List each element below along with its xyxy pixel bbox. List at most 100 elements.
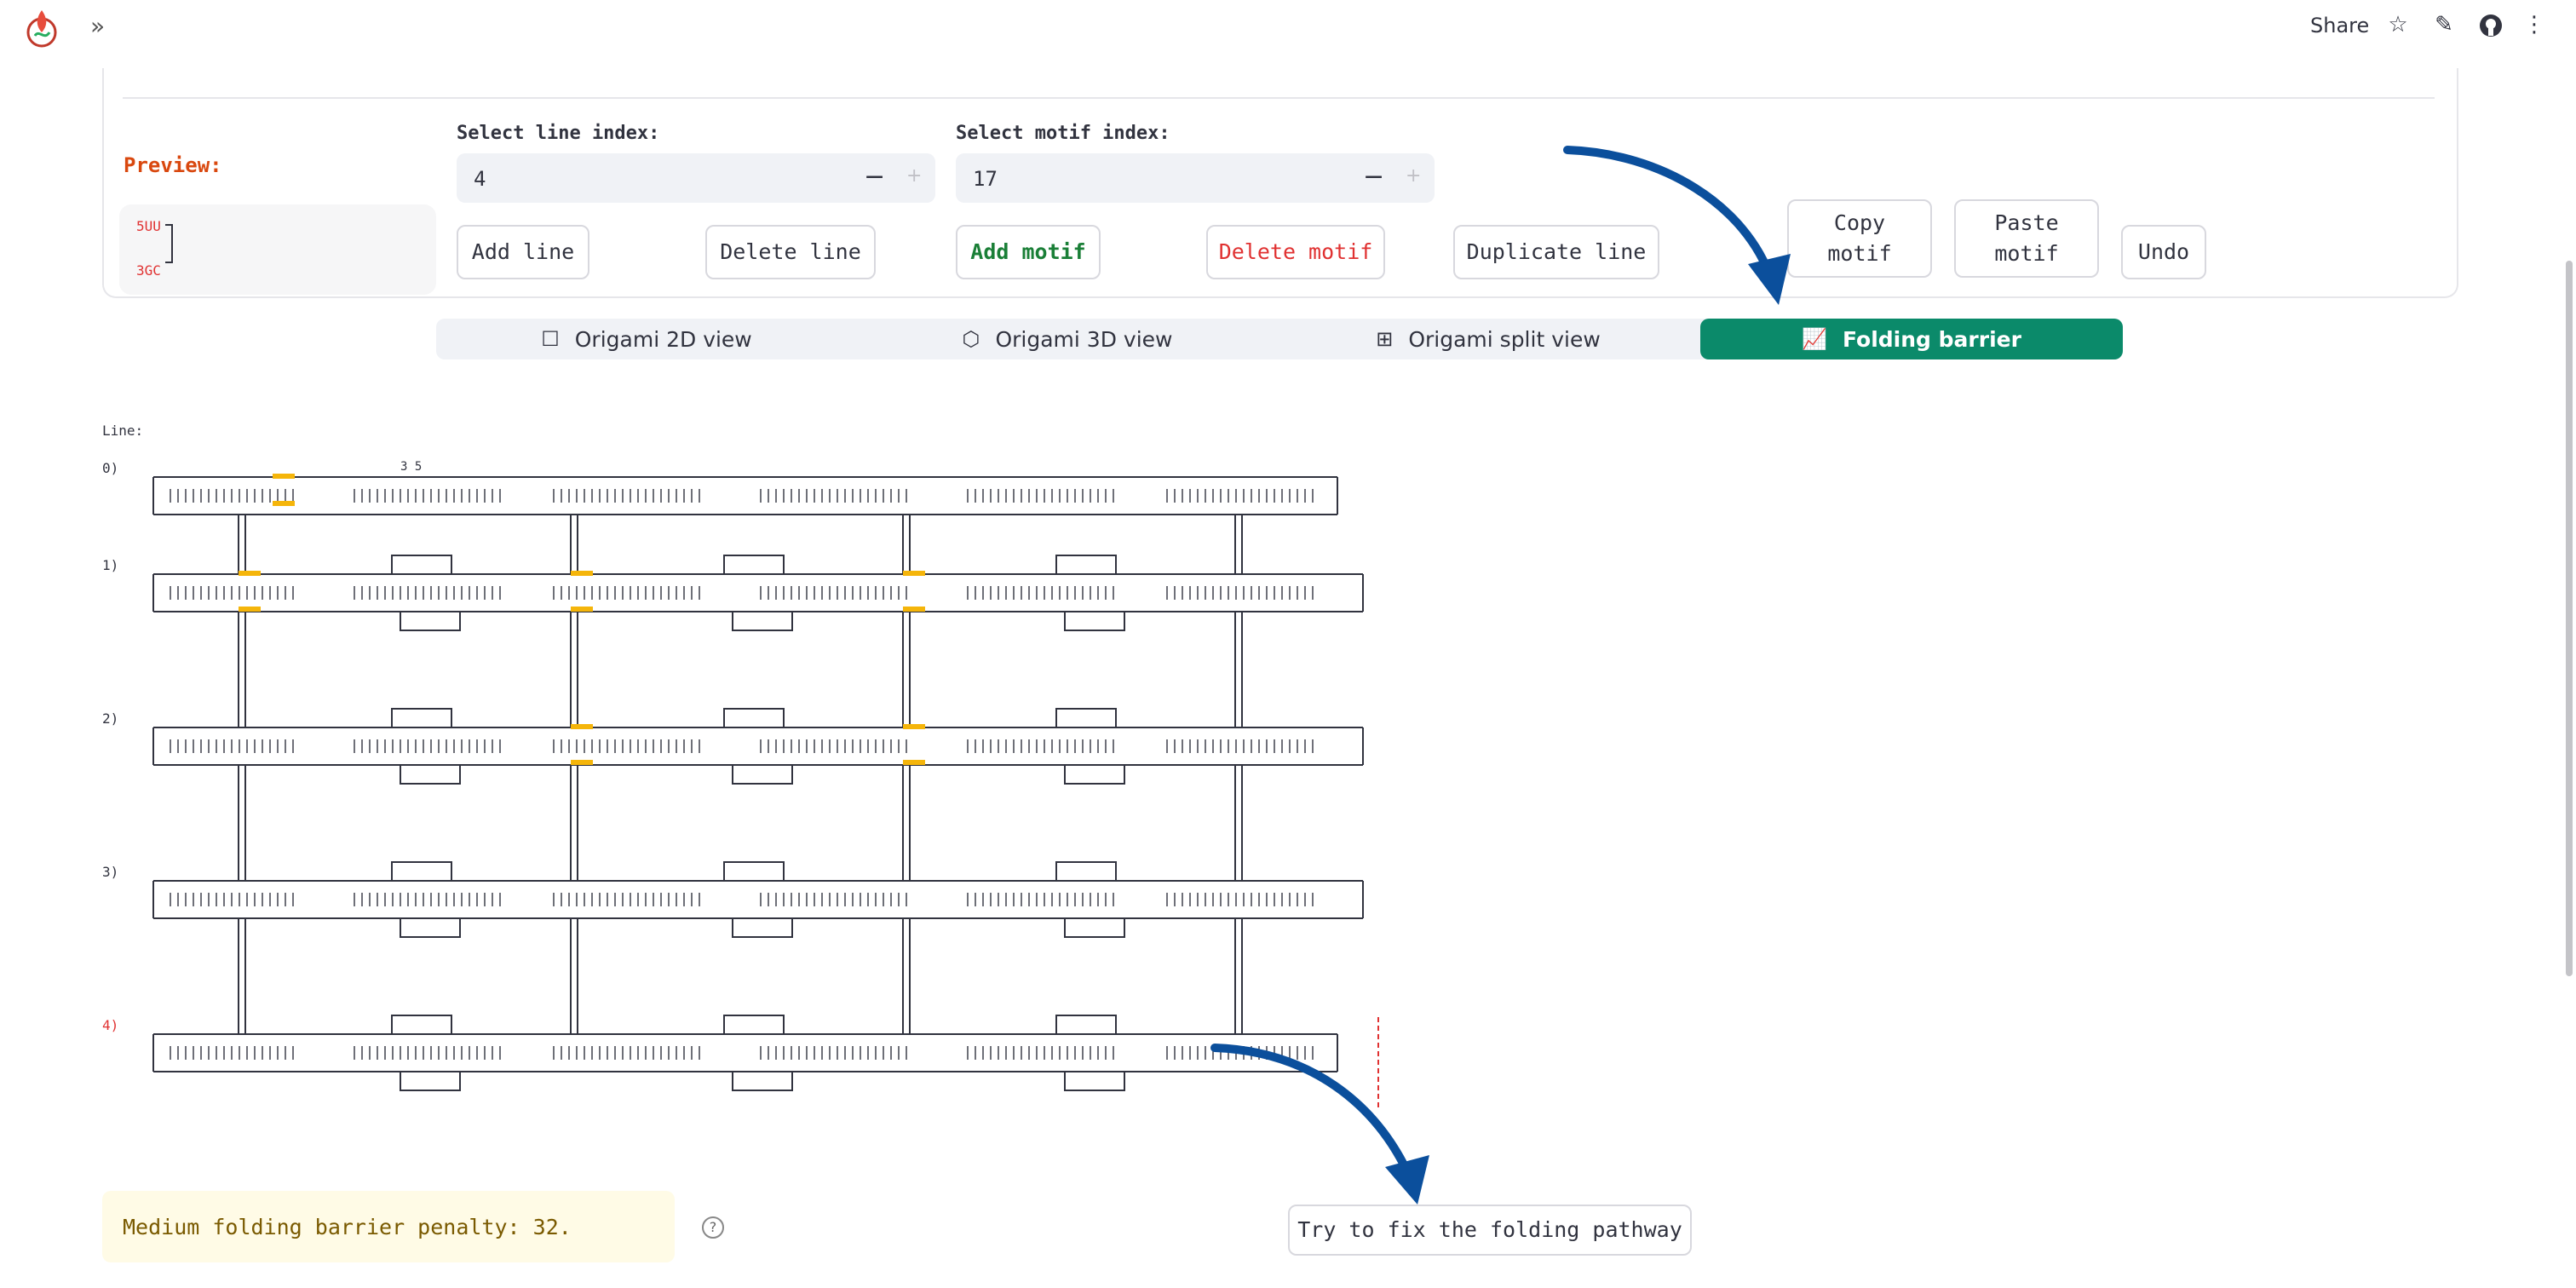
line-index-decrement[interactable]: −: [864, 162, 885, 192]
line-label-0[interactable]: 0): [102, 460, 118, 476]
annotation-arrow: [1210, 1044, 1429, 1205]
crossover: [1234, 918, 1243, 1034]
line-label-3[interactable]: 3): [102, 864, 118, 880]
barrier-highlight: [239, 607, 261, 612]
barrier-highlight: [571, 760, 593, 765]
fix-folding-pathway-button[interactable]: Try to fix the folding pathway: [1288, 1205, 1692, 1256]
crossover: [238, 612, 246, 727]
motif-index-input[interactable]: 17 − +: [956, 153, 1435, 203]
top-marker: 3 5: [400, 460, 422, 474]
cube-icon: ⬡: [962, 327, 980, 351]
crossover: [238, 918, 246, 1034]
kissing-loop-top: [723, 861, 785, 881]
kissing-loop-bottom: [1064, 612, 1125, 631]
crossover: [902, 515, 911, 574]
line-index-increment[interactable]: +: [906, 165, 922, 187]
expand-sidebar-icon[interactable]: »: [90, 12, 105, 40]
line-index-value: 4: [474, 167, 486, 191]
delete-motif-button[interactable]: Delete motif: [1206, 225, 1385, 279]
kissing-loop-top: [1055, 861, 1117, 881]
line-label-4[interactable]: 4): [102, 1017, 118, 1033]
kissing-loop-top: [1055, 555, 1117, 574]
kissing-loop-bottom: [732, 918, 793, 938]
github-icon[interactable]: [2479, 14, 2503, 37]
line-index-label: Select line index:: [457, 123, 660, 144]
barrier-highlight: [273, 501, 295, 506]
barrier-highlight: [903, 724, 925, 729]
kissing-loop-top: [723, 708, 785, 727]
add-line-button[interactable]: Add line: [457, 225, 589, 279]
kissing-loop-bottom: [1064, 918, 1125, 938]
helix-outline: [152, 1033, 1338, 1072]
star-icon[interactable]: ☆: [2385, 12, 2411, 37]
tab-origami-2d-view[interactable]: ☐ Origami 2D view: [436, 319, 857, 359]
barrier-warning: Medium folding barrier penalty: 32.: [102, 1191, 675, 1262]
scrollbar[interactable]: [2566, 261, 2573, 976]
crossover: [902, 918, 911, 1034]
crossover: [238, 765, 246, 881]
line-label-1[interactable]: 1): [102, 557, 118, 573]
square-icon: ☐: [541, 327, 560, 351]
preview-snippet-top: 5UU: [136, 218, 161, 234]
add-motif-button[interactable]: Add motif: [956, 225, 1101, 279]
origami-diagram: 3 5: [152, 460, 1379, 1107]
delete-line-button[interactable]: Delete line: [705, 225, 876, 279]
crossover: [1234, 612, 1243, 727]
kissing-loop-top: [1055, 708, 1117, 727]
tab-label: Origami 3D view: [995, 326, 1173, 352]
barrier-highlight: [239, 571, 261, 576]
barrier-warning-text: Medium folding barrier penalty: 32.: [123, 1215, 572, 1239]
crossover: [902, 612, 911, 727]
paste-motif-button[interactable]: Paste motif: [1954, 199, 2099, 278]
kissing-loop-top: [391, 1015, 452, 1034]
crossover: [238, 515, 246, 574]
help-icon[interactable]: ?: [702, 1216, 724, 1239]
kissing-loop-bottom: [400, 765, 461, 785]
undo-button[interactable]: Undo: [2121, 225, 2206, 279]
tab-origami-3d-view[interactable]: ⬡ Origami 3D view: [857, 319, 1278, 359]
barrier-highlight: [903, 571, 925, 576]
crossover: [902, 765, 911, 881]
crossover: [570, 765, 578, 881]
kissing-loop-top: [391, 555, 452, 574]
motif-index-decrement[interactable]: −: [1363, 162, 1384, 192]
kissing-loop-bottom: [732, 1072, 793, 1091]
motif-index-label: Select motif index:: [956, 123, 1170, 144]
kissing-loop-top: [391, 708, 452, 727]
preview-snippet-bottom: 3GC: [136, 262, 161, 279]
barrier-highlight: [903, 607, 925, 612]
chart-line-icon: 📈: [1802, 327, 1827, 351]
helix-outline: [152, 727, 1364, 766]
kissing-loop-top: [723, 555, 785, 574]
kissing-loop-top: [391, 861, 452, 881]
barrier-highlight: [903, 760, 925, 765]
crossover: [570, 515, 578, 574]
crossover: [570, 612, 578, 727]
tab-origami-split-view[interactable]: ⊞ Origami split view: [1278, 319, 1699, 359]
motif-index-increment[interactable]: +: [1406, 165, 1421, 187]
crossover: [1234, 515, 1243, 574]
preview-label: Preview:: [124, 153, 222, 177]
line-index-input[interactable]: 4 − +: [457, 153, 935, 203]
kissing-loop-bottom: [400, 1072, 461, 1091]
tab-folding-barrier[interactable]: 📈 Folding barrier: [1700, 319, 2123, 359]
barrier-highlight: [571, 724, 593, 729]
kissing-loop-bottom: [1064, 1072, 1125, 1091]
crossover: [570, 918, 578, 1034]
copy-motif-button[interactable]: Copy motif: [1787, 199, 1932, 278]
barrier-highlight: [273, 474, 295, 479]
kissing-loop-bottom: [400, 918, 461, 938]
tab-label: Origami 2D view: [574, 326, 752, 352]
pencil-icon[interactable]: ✎: [2431, 12, 2457, 37]
more-vertical-icon[interactable]: ⋮: [2521, 12, 2547, 37]
kissing-loop-bottom: [1064, 765, 1125, 785]
helix-outline: [152, 880, 1364, 919]
helix-outline: [152, 476, 1338, 515]
line-label-2[interactable]: 2): [102, 710, 118, 727]
tab-label: Origami split view: [1408, 326, 1601, 352]
kissing-loop-bottom: [732, 612, 793, 631]
app-logo-icon: [26, 10, 57, 48]
line-header: Line:: [102, 423, 144, 439]
share-button[interactable]: Share: [2310, 14, 2369, 37]
helix-outline: [152, 573, 1364, 612]
